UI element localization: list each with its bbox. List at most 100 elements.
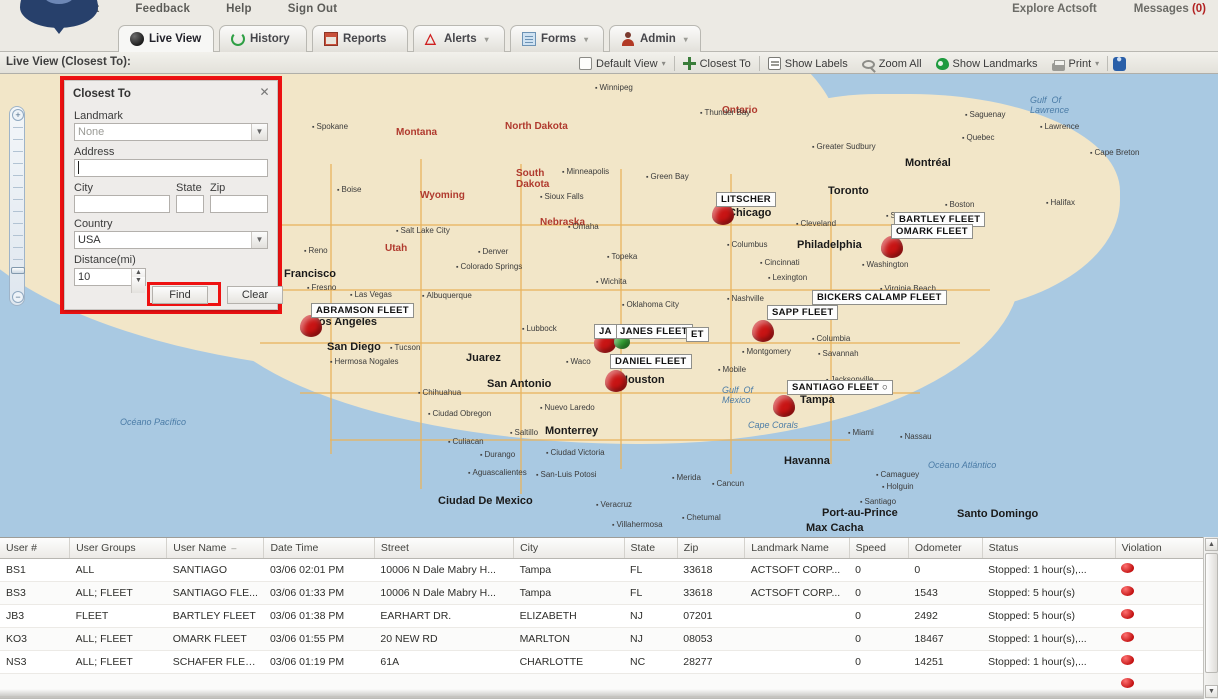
grid-header-user-name[interactable]: User Name –	[166, 538, 265, 559]
map-toolbar: Default View ▾ Closest To Show Labels Zoom A…	[572, 54, 1127, 73]
map-city-label: Camaguey	[876, 470, 919, 479]
help-icon[interactable]	[1113, 54, 1127, 71]
country-select[interactable]	[74, 231, 268, 249]
chevron-down-icon[interactable]: ▾	[1095, 59, 1099, 68]
map-marker-label[interactable]: JANES FLEET	[615, 324, 693, 339]
tab-label: Reports	[343, 33, 387, 45]
map-major-city-label: Montréal	[905, 157, 951, 169]
chevron-down-icon[interactable]: ▾	[485, 35, 489, 44]
landmark-label: Landmark	[74, 110, 123, 122]
distance-stepper[interactable]: ▲ ▼	[74, 268, 146, 293]
table-row[interactable]: KO3 ALL; FLEET OMARK FLEET 03/06 01:55 PM 20…	[0, 627, 1218, 651]
address-input[interactable]	[74, 159, 268, 177]
map-marker-pin[interactable]	[300, 315, 322, 337]
grid-header-landmark-name[interactable]: Landmark Name	[744, 538, 850, 559]
find-button[interactable]: Find	[152, 286, 208, 304]
map-city-label: Holguin	[882, 482, 913, 491]
state-input[interactable]	[176, 195, 204, 213]
explore-actsoft-link[interactable]: Explore Actsoft	[1012, 3, 1097, 15]
map-zoom-control[interactable]: + −	[4, 80, 30, 320]
tab-reports[interactable]: Reports	[312, 25, 408, 52]
grid-header-date-time[interactable]: Date Time	[263, 538, 375, 559]
map-marker-label[interactable]: ET	[686, 327, 709, 342]
zoom-in-button[interactable]: +	[12, 109, 24, 121]
toolbar-label: Print	[1068, 57, 1092, 70]
grid-header-city[interactable]: City	[513, 538, 625, 559]
top-menu-item-help[interactable]: Help	[226, 3, 252, 15]
toolbar-print[interactable]: Print ▾	[1045, 54, 1107, 73]
pan-icon[interactable]	[5, 80, 29, 104]
city-input[interactable]	[74, 195, 170, 213]
map-marker-label[interactable]: ABRAMSON FLEET	[311, 303, 414, 318]
clear-button[interactable]: Clear	[227, 286, 283, 304]
zip-input[interactable]	[210, 195, 268, 213]
chevron-down-icon[interactable]: ▾	[684, 35, 688, 44]
cell-zip: 08053	[677, 627, 745, 651]
grid-header-speed[interactable]: Speed	[849, 538, 909, 559]
map-marker-label[interactable]: BICKERS CALAMP FLEET	[812, 290, 947, 305]
table-row[interactable]: BS3 ALL; FLEET SANTIAGO FLE... 03/06 01:33 …	[0, 581, 1218, 605]
top-menu-item-feedback[interactable]: Feedback	[135, 3, 190, 15]
top-bar: AccountFeedbackHelpSign Out Explore Acts…	[0, 0, 1218, 22]
zoom-out-button[interactable]: −	[12, 291, 24, 303]
zoom-slider[interactable]: + −	[9, 106, 25, 306]
close-icon[interactable]: ✕	[258, 86, 271, 99]
map-city-label: Denver	[478, 247, 508, 256]
grid-scrollbar[interactable]: ▲ ▼	[1203, 537, 1218, 699]
admin-icon	[621, 32, 635, 46]
messages-link[interactable]: Messages (0)	[1134, 3, 1206, 15]
landmark-select[interactable]	[74, 123, 268, 141]
map-marker-pin[interactable]	[881, 236, 903, 258]
table-row[interactable]: JB3 FLEET BARTLEY FLEET 03/06 01:38 PM EARHA…	[0, 604, 1218, 628]
zoom-slider-thumb[interactable]	[11, 267, 25, 274]
grid-header-user[interactable]: User #	[0, 538, 71, 559]
map-marker-label[interactable]: SANTIAGO FLEET ○	[787, 380, 894, 395]
cell-name: OMARK FLEET	[166, 627, 264, 651]
map-state-label: Montana	[396, 127, 438, 138]
chevron-down-icon[interactable]: ▾	[584, 35, 588, 44]
table-row[interactable]: NS3 ALL; FLEET SCHAFER FLEET 03/06 01:19 PM…	[0, 650, 1218, 674]
cell-datetime: 03/06 01:38 PM	[263, 604, 375, 628]
map-marker-pin[interactable]	[605, 370, 627, 392]
toolbar-default-view[interactable]: Default View ▾	[572, 54, 673, 73]
grid-header-zip[interactable]: Zip	[677, 538, 746, 559]
grid-header-state[interactable]: State	[624, 538, 678, 559]
stepper-down-icon[interactable]: ▼	[131, 277, 145, 293]
grid-header-street[interactable]: Street	[374, 538, 515, 559]
toolbar-show-landmarks[interactable]: Show Landmarks	[929, 54, 1045, 73]
tab-alerts[interactable]: Alerts ▾	[413, 25, 505, 52]
map-major-city-label: Max Cacha	[806, 522, 864, 534]
grid-header-odometer[interactable]: Odometer	[908, 538, 983, 559]
map-marker-label[interactable]: LITSCHER	[716, 192, 776, 207]
map-marker-label[interactable]: SAPP FLEET	[767, 305, 839, 320]
map-marker-pin[interactable]	[773, 395, 795, 417]
cell-speed: 0	[849, 650, 909, 674]
toolbar-closest-to[interactable]: Closest To	[676, 54, 758, 73]
map-state-label: Utah	[385, 243, 408, 254]
tab-admin[interactable]: Admin ▾	[609, 25, 701, 52]
tab-history[interactable]: History	[219, 25, 307, 52]
map-marker-pin[interactable]	[752, 320, 774, 342]
grid-header-status[interactable]: Status	[982, 538, 1116, 559]
top-right-links: Explore Actsoft Messages (0)	[978, 3, 1206, 15]
scrollbar-thumb[interactable]	[1205, 553, 1218, 673]
toolbar-zoom-all[interactable]: Zoom All	[855, 54, 929, 73]
map-marker-label[interactable]: OMARK FLEET	[891, 224, 973, 239]
map-marker-label[interactable]: DANIEL FLEET	[610, 354, 692, 369]
grid-header-user-groups[interactable]: User Groups	[69, 538, 168, 559]
scroll-down-icon[interactable]: ▼	[1205, 685, 1218, 698]
table-row[interactable]: BS1 ALL SANTIAGO 03/06 02:01 PM 10006 N Dale…	[0, 558, 1218, 582]
map-major-city-label: Philadelphia	[797, 239, 862, 251]
top-menu-item-sign-out[interactable]: Sign Out	[288, 3, 338, 15]
forms-icon	[522, 32, 536, 46]
cell-status: Stopped: 5 hour(s)	[982, 604, 1116, 628]
scroll-up-icon[interactable]: ▲	[1205, 538, 1218, 551]
tab-forms[interactable]: Forms ▾	[510, 25, 604, 52]
toolbar-show-labels[interactable]: Show Labels	[761, 54, 855, 73]
tab-live-view[interactable]: Live View	[118, 25, 214, 52]
cell-groups: ALL; FLEET	[69, 650, 167, 674]
map-major-city-label: Port-au-Prince	[822, 507, 898, 519]
cell-speed: 0	[849, 604, 909, 628]
chevron-down-icon[interactable]: ▾	[662, 59, 666, 68]
map-marker-label[interactable]: JA	[594, 324, 617, 339]
